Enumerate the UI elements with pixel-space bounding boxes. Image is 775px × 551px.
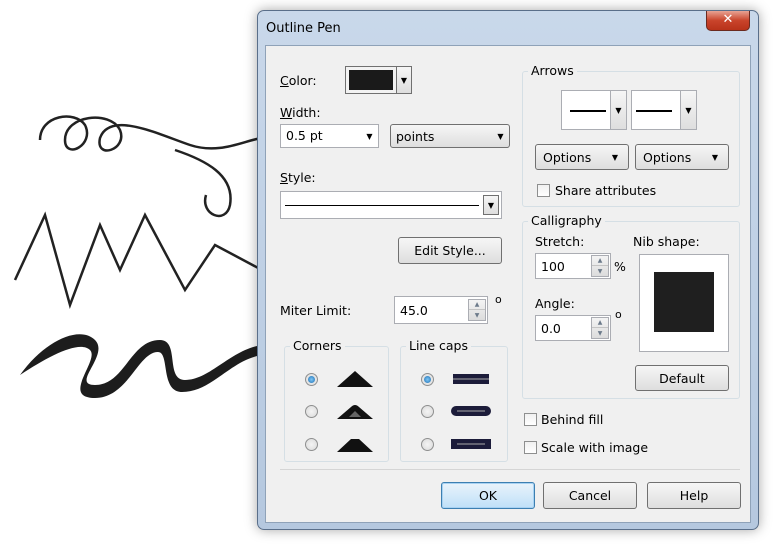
scale-with-image-label: Scale with image <box>541 440 649 455</box>
options-left-label: Options <box>543 149 592 165</box>
chevron-down-icon: ▼ <box>680 91 696 129</box>
nib-shape-preview[interactable] <box>639 254 729 352</box>
square-cap-icon <box>451 439 491 449</box>
line-style-combo[interactable]: ▼ <box>280 191 502 219</box>
chevron-down-icon: ▼ <box>483 195 499 215</box>
cap-round-radio[interactable] <box>421 405 434 418</box>
angle-value: 0.0 <box>541 321 561 336</box>
miter-limit-spinner[interactable]: ▲ ▼ <box>468 299 486 321</box>
width-unit-value: points <box>396 128 435 144</box>
default-button[interactable]: Default <box>635 365 729 391</box>
color-label-rest: olor: <box>288 73 317 88</box>
style-label: Style: <box>280 170 316 185</box>
width-combo[interactable]: 0.5 pt ▼ <box>280 124 379 148</box>
butt-cap-icon <box>453 374 489 384</box>
line-caps-title: Line caps <box>406 338 472 353</box>
angle-unit: o <box>615 308 622 321</box>
width-value: 0.5 pt <box>286 128 323 143</box>
calligraphy-title: Calligraphy <box>528 213 605 228</box>
stretch-spinner[interactable]: ▲ ▼ <box>591 255 609 277</box>
spin-down-icon[interactable]: ▼ <box>469 310 485 320</box>
round-corner-icon <box>337 405 373 419</box>
miter-corner-icon <box>337 371 373 387</box>
arrows-title: Arrows <box>528 63 577 78</box>
cancel-button[interactable]: Cancel <box>543 482 637 509</box>
behind-fill-label: Behind fill <box>541 412 604 427</box>
cap-square-radio[interactable] <box>421 438 434 451</box>
corner-miter-radio[interactable] <box>305 373 318 386</box>
nib-shape-label: Nib shape: <box>633 234 700 249</box>
miter-limit-value: 45.0 <box>400 303 428 318</box>
end-arrow-combo[interactable]: ▼ <box>631 90 697 130</box>
help-label: Help <box>679 488 709 503</box>
cancel-label: Cancel <box>568 488 612 503</box>
spin-up-icon[interactable]: ▲ <box>592 256 608 266</box>
zigzag-stroke <box>13 211 263 310</box>
edit-style-button[interactable]: Edit Style... <box>398 237 502 264</box>
arrows-group: Arrows ▼ ▼ Options ▼ Options ▼ Share att… <box>522 63 740 207</box>
start-arrow-combo[interactable]: ▼ <box>561 90 627 130</box>
corner-bevel-radio[interactable] <box>305 438 318 451</box>
scale-with-image-checkbox[interactable] <box>524 441 537 454</box>
spin-down-icon[interactable]: ▼ <box>592 266 608 276</box>
ok-label: OK <box>478 488 498 503</box>
chevron-down-icon: ▼ <box>497 131 504 141</box>
dropdown-arrow-icon: ▼ <box>611 152 618 162</box>
corners-group: Corners <box>284 338 389 462</box>
round-cap-icon <box>451 406 491 416</box>
chevron-down-icon: ▼ <box>396 67 411 93</box>
line-caps-group: Line caps <box>400 338 508 462</box>
nib-square <box>654 272 714 332</box>
dropdown-arrow-icon: ▼ <box>711 152 718 162</box>
spin-up-icon[interactable]: ▲ <box>469 300 485 310</box>
width-label: Width: <box>280 105 321 120</box>
degree-symbol: o <box>495 293 502 306</box>
default-label: Default <box>659 370 705 386</box>
stretch-unit: % <box>614 259 626 274</box>
ok-button[interactable]: OK <box>441 482 535 509</box>
help-button[interactable]: Help <box>647 482 741 509</box>
calligraphic-wave <box>20 334 262 398</box>
miter-limit-label: Miter Limit: <box>280 303 352 318</box>
footer-separator <box>280 469 740 470</box>
close-icon: ✕ <box>722 12 734 27</box>
dialog-body: Color: ▼ Width: 0.5 pt ▼ points ▼ Style:… <box>265 45 751 523</box>
arrow-line-preview <box>636 110 672 112</box>
angle-spinner[interactable]: ▲ ▼ <box>591 317 609 339</box>
chevron-down-icon: ▼ <box>366 131 373 141</box>
color-label: Color: <box>280 73 317 88</box>
chevron-down-icon: ▼ <box>610 91 626 129</box>
stretch-value: 100 <box>541 259 565 274</box>
color-picker[interactable]: ▼ <box>345 66 412 94</box>
width-unit-select[interactable]: points ▼ <box>390 124 510 148</box>
stretch-label: Stretch: <box>535 234 585 249</box>
angle-label: Angle: <box>535 296 575 311</box>
dialog-title: Outline Pen <box>266 21 341 36</box>
arrow-options-right-button[interactable]: Options ▼ <box>635 144 729 170</box>
corners-title: Corners <box>290 338 345 353</box>
share-attributes-checkbox[interactable] <box>537 184 550 197</box>
close-button[interactable]: ✕ <box>706 11 750 31</box>
calligraphy-group: Calligraphy Stretch: 100 ▲ ▼ % Angle: 0.0… <box>522 213 740 399</box>
spin-up-icon[interactable]: ▲ <box>592 318 608 328</box>
outline-pen-dialog: Outline Pen ✕ Color: ▼ Width: 0.5 pt ▼ p… <box>257 10 759 530</box>
cap-butt-radio[interactable] <box>421 373 434 386</box>
options-right-label: Options <box>643 149 692 165</box>
corner-round-radio[interactable] <box>305 405 318 418</box>
looped-curve <box>38 115 263 217</box>
color-swatch <box>349 70 393 90</box>
line-style-preview <box>285 205 479 206</box>
spin-down-icon[interactable]: ▼ <box>592 328 608 338</box>
share-attributes-label: Share attributes <box>555 183 657 198</box>
arrow-options-left-button[interactable]: Options ▼ <box>535 144 629 170</box>
title-bar[interactable]: Outline Pen ✕ <box>258 11 758 43</box>
arrow-line-preview <box>570 110 606 112</box>
bevel-corner-icon <box>337 439 373 452</box>
behind-fill-checkbox[interactable] <box>524 413 537 426</box>
